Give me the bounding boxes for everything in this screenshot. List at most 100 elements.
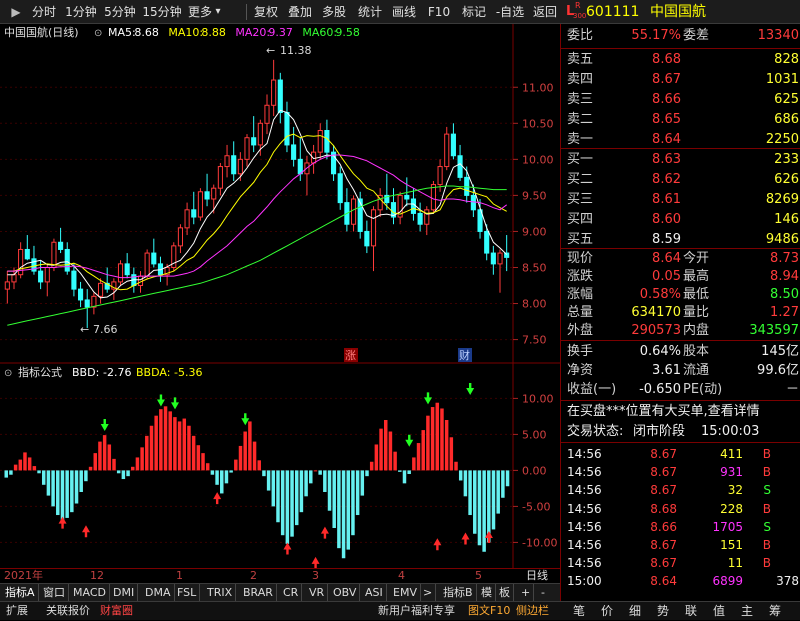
dropdown-icon[interactable]: ⊙ bbox=[94, 28, 102, 39]
bbd-bar bbox=[318, 470, 322, 475]
btn-diejia[interactable]: 叠加 bbox=[284, 0, 316, 24]
trade-row: 14:56 8.67 32 S bbox=[561, 481, 800, 499]
period-label[interactable]: 日线 bbox=[526, 569, 548, 583]
tab-minus[interactable]: - bbox=[538, 584, 548, 601]
mini-tab-lian[interactable]: 联 bbox=[678, 602, 704, 621]
tab-1min[interactable]: 1分钟 bbox=[62, 0, 100, 24]
sell-row[interactable]: 卖一 8.64 2250 bbox=[561, 130, 800, 150]
chart-area[interactable]: 11.00 10.50 10.00 9.50 9.00 8.50 8.00 7.50 10.0… bbox=[0, 24, 560, 569]
quote-row: 现价 8.64 今开 8.73 bbox=[561, 250, 800, 268]
tab-mo[interactable]: 模 bbox=[478, 584, 496, 601]
tab-dma[interactable]: DMA bbox=[142, 584, 175, 601]
tab-vr[interactable]: VR bbox=[306, 584, 329, 601]
tab-brar[interactable]: BRAR bbox=[240, 584, 277, 601]
tab-trix[interactable]: TRIX bbox=[204, 584, 237, 601]
sell-row[interactable]: 卖四 8.67 1031 bbox=[561, 70, 800, 90]
sell-row[interactable]: 卖二 8.65 686 bbox=[561, 110, 800, 130]
indicator-dropdown-icon[interactable]: ⊙ bbox=[4, 368, 12, 379]
tab-more[interactable]: 更多 bbox=[186, 0, 214, 24]
mini-tab-zhu[interactable]: 主 bbox=[734, 602, 760, 621]
btn-expand[interactable]: 扩展 bbox=[2, 602, 32, 620]
quote-label: 涨跌 bbox=[567, 269, 594, 284]
y-tick-label: 8.00 bbox=[522, 298, 547, 311]
btn-f10-graphic[interactable]: 图文F10 bbox=[464, 602, 514, 620]
btn-huaxian[interactable]: 画线 bbox=[388, 0, 420, 24]
notice-text[interactable]: 在买盘***位置有大买单,查看详情 bbox=[567, 402, 760, 422]
btn-tongji[interactable]: 统计 bbox=[354, 0, 386, 24]
trade-volume: 32 bbox=[727, 483, 743, 498]
buy-row[interactable]: 买四 8.60 146 bbox=[561, 210, 800, 230]
candle-body bbox=[71, 270, 77, 290]
menu-icon[interactable]: ▶ bbox=[4, 0, 28, 24]
buy-row[interactable]: 买一 8.63 233 bbox=[561, 150, 800, 170]
bbd-bar bbox=[60, 470, 65, 521]
bbd-value: -2.76 bbox=[103, 366, 131, 379]
bbd-bar bbox=[430, 407, 435, 471]
fundamental-row: 收益(一) -0.650 PE(动) － bbox=[561, 380, 800, 399]
bbd-bar bbox=[468, 470, 472, 516]
sell-row[interactable]: 卖三 8.66 625 bbox=[561, 90, 800, 110]
buy-price: 8.63 bbox=[652, 152, 681, 167]
tab-ban[interactable]: 板 bbox=[496, 584, 514, 601]
btn-related-quote[interactable]: 关联报价 bbox=[42, 602, 94, 620]
bbd-bar bbox=[341, 470, 346, 559]
btn-fanhui[interactable]: 返回 bbox=[530, 0, 560, 24]
candle-body bbox=[44, 266, 50, 283]
btn-fuquan[interactable]: 复权 bbox=[250, 0, 282, 24]
promo-text[interactable]: 新用户福利专享 bbox=[374, 602, 459, 620]
mini-tab-xi[interactable]: 细 bbox=[622, 602, 648, 621]
tab-macd[interactable]: MACD bbox=[70, 584, 110, 601]
btn-wealth-circle[interactable]: 财富圈 bbox=[96, 602, 137, 620]
more-arrow-icon[interactable]: ▾ bbox=[212, 0, 224, 24]
candle-body bbox=[224, 155, 230, 168]
mini-tab-jia[interactable]: 价 bbox=[594, 602, 620, 621]
x-axis-row: 2021年 12 1 2 3 4 5 日线 bbox=[0, 568, 560, 583]
tab-next-arrow[interactable]: > bbox=[420, 584, 437, 601]
bbd-bar bbox=[505, 470, 510, 487]
tab-obv[interactable]: OBV bbox=[330, 584, 361, 601]
btn-biaoji[interactable]: 标记 bbox=[458, 0, 490, 24]
bbd-bar bbox=[135, 457, 140, 471]
tab-15min[interactable]: 15分钟 bbox=[140, 0, 184, 24]
candle-body bbox=[191, 209, 197, 218]
sell-signal-arrow bbox=[283, 542, 292, 555]
tab-asi[interactable]: ASI bbox=[362, 584, 387, 601]
notice-row[interactable]: 在买盘***位置有大买单,查看详情 bbox=[561, 402, 800, 422]
mini-tab-bi[interactable]: 笔 bbox=[566, 602, 592, 621]
tab-indicator-b[interactable]: 指标B bbox=[440, 584, 477, 601]
mini-tab-chou[interactable]: 筹 bbox=[762, 602, 788, 621]
marker-zhang[interactable]: 涨 bbox=[345, 349, 356, 362]
tab-cr[interactable]: CR bbox=[280, 584, 303, 601]
mini-tab-shi[interactable]: 势 bbox=[650, 602, 676, 621]
buy-row[interactable]: 买五 8.59 9486 bbox=[561, 230, 800, 250]
bbd-label: BBD: bbox=[72, 366, 99, 379]
weibi-label: 委比 bbox=[567, 28, 594, 43]
tab-indicator-a[interactable]: 指标A bbox=[2, 584, 39, 601]
btn-zixuan[interactable]: -自选 bbox=[494, 0, 526, 24]
tab-plus[interactable]: + bbox=[518, 584, 535, 601]
tab-fenshi[interactable]: 分时 bbox=[28, 0, 60, 24]
tab-dmi[interactable]: DMI bbox=[110, 584, 139, 601]
sell-row[interactable]: 卖五 8.68 828 bbox=[561, 50, 800, 70]
bbd-bar bbox=[9, 470, 13, 475]
buy-price: 8.59 bbox=[652, 232, 681, 247]
buy-label: 买一 bbox=[567, 152, 594, 167]
buy-row[interactable]: 买二 8.62 626 bbox=[561, 170, 800, 190]
candle-body bbox=[337, 173, 343, 204]
tab-window[interactable]: 窗口 bbox=[40, 584, 69, 601]
buy-row[interactable]: 买三 8.61 8269 bbox=[561, 190, 800, 210]
weicha-label: 委差 bbox=[683, 28, 710, 43]
marker-cai[interactable]: 财 bbox=[459, 348, 470, 362]
tab-emv[interactable]: EMV bbox=[390, 584, 421, 601]
tab-5min[interactable]: 5分钟 bbox=[100, 0, 140, 24]
btn-duogu[interactable]: 多股 bbox=[318, 0, 350, 24]
candle-body bbox=[444, 133, 450, 168]
sell-signal-arrow bbox=[320, 526, 329, 539]
tab-fsl[interactable]: FSL bbox=[174, 584, 201, 601]
btn-sidebar[interactable]: 侧边栏 bbox=[512, 602, 553, 620]
mini-tab-zhi[interactable]: 值 bbox=[706, 602, 732, 621]
trade-time: 14:56 bbox=[567, 501, 602, 516]
btn-f10[interactable]: F10 bbox=[424, 0, 454, 24]
candle-body bbox=[277, 79, 283, 113]
bbd-bar bbox=[294, 470, 299, 526]
